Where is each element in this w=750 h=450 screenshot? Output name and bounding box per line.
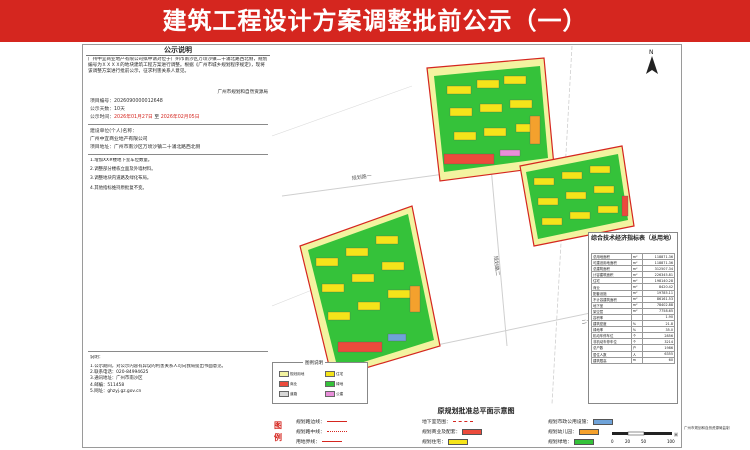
original-legend-item: 规划路边线： <box>296 418 347 425</box>
legend-swatch <box>279 371 289 377</box>
original-legend-swatch <box>462 428 483 435</box>
project-number-value: 2026090000012648 <box>114 99 163 104</box>
original-legend-item: 规划绿地： <box>548 438 594 445</box>
period-row: 公示天数：10天 <box>90 106 125 113</box>
legend-swatch <box>279 381 289 387</box>
original-legend-swatch <box>452 421 473 422</box>
corner-note: 广州市规划和自然资源局监制 <box>684 426 730 430</box>
applicant-label: 建设单位(个人)名称： <box>90 129 137 134</box>
plan-legend-item: 道路 <box>279 391 297 397</box>
dates-label: 公示时间： <box>90 115 114 120</box>
original-legend-label: 规划幼儿园： <box>548 430 577 435</box>
adjustment-item: 1.增加XX#楼地下室车位数量。 <box>90 158 153 163</box>
legend-swatch <box>279 391 289 397</box>
plan-legend-item: 规划用地 <box>279 371 304 377</box>
indicator-table: 总用地面积 m² 118871.36 可建设用地面积 m² 118871.36 总建筑面积 m… <box>591 252 675 364</box>
date-end: 2026年02月05日 <box>160 115 200 120</box>
original-legend-swatch <box>593 418 614 425</box>
legend-item-label: 规划用地 <box>290 371 305 376</box>
divider <box>88 124 268 125</box>
adjustment-item: 3.调整地块内道路及绿化布局。 <box>90 176 152 182</box>
legend-item-label: 商业 <box>290 381 298 386</box>
scale-tick: 0 <box>611 439 614 444</box>
legend-swatch <box>325 381 335 387</box>
indicator-unit: m <box>630 356 644 364</box>
date-to: 至 <box>154 115 160 120</box>
applicant-value: 广州中宜商业地产有限公司 <box>90 137 148 142</box>
original-legend-swatch <box>574 438 594 445</box>
plan-legend-title: 图例说明 <box>303 360 325 366</box>
applicant-row: 建设单位(个人)名称： <box>90 128 137 135</box>
indicator-item: 建筑限高 <box>591 356 632 364</box>
notice-signature: 广州市规划和自然资源局 <box>217 90 268 95</box>
original-legend-item: 规划市政公用设施： <box>548 418 614 425</box>
page-title: 建筑工程设计方案调整批前公示（一） <box>162 7 588 35</box>
original-legend-swatch <box>578 428 599 435</box>
notice-heading: 公示说明 <box>86 46 270 56</box>
original-legend-label: 规划路中线： <box>296 430 325 435</box>
address-value: 广州市南沙区万顷沙镇二十涌北路西北侧 <box>114 145 201 150</box>
original-legend-item: 规划路中线： <box>296 428 347 435</box>
indicator-value: 60 <box>642 356 675 364</box>
scale-tick: 100 <box>667 439 675 444</box>
original-legend-label: 用地界线： <box>296 440 320 445</box>
legend-label: 图例 <box>274 421 282 442</box>
legend-item-label: 住宅 <box>336 371 344 376</box>
indicator-table-panel: 综合技术经济指标表（总用地） 总用地面积 m² 118871.36 可建设用地面积 m²… <box>588 232 678 404</box>
legend-item-label: 道路 <box>290 391 298 396</box>
legend-item-label: 绿地 <box>336 381 344 386</box>
adjustment-item: 4.其他指标维持原批复不变。 <box>90 185 147 191</box>
legend-swatch <box>325 371 335 377</box>
plan-legend-item: 商业 <box>279 381 297 387</box>
period-label: 公示天数： <box>90 107 114 112</box>
original-legend-label: 规划住宅： <box>422 440 446 445</box>
notice-intro: 广州中宜商业地产有限公司拟申请对位于广州市南沙区万顷沙镇二十涌北路西北侧，规划编… <box>88 57 268 74</box>
notes-list: 1.公示期间，对公示内容有异议的利害关系人可向我局提出书面意见。 2.联系电话：0… <box>90 364 266 444</box>
original-legend-item: 地下室范围： <box>422 418 473 425</box>
indicator-row: 建筑限高 m 60 <box>591 356 675 364</box>
period-value: 10天 <box>114 107 125 112</box>
plan-legend-item: 住宅 <box>325 371 343 377</box>
indicator-title: 综合技术经济指标表（总用地） <box>590 235 675 242</box>
address-label: 项目地址： <box>90 145 114 150</box>
original-plan-title: 原规划批准总平面示意图 <box>437 407 515 415</box>
original-legend-label: 地下室范围： <box>422 420 451 425</box>
svg-text:N: N <box>649 49 654 56</box>
applicant-value-row: 广州中宜商业地产有限公司 <box>90 136 148 143</box>
date-start: 2026年01月27日 <box>114 115 153 120</box>
original-legend-label: 规划路边线： <box>296 420 325 425</box>
original-legend-item: 规划幼儿园： <box>548 428 599 435</box>
scale-bar: 0 20 50 100 米 <box>610 428 680 446</box>
plan-legend-item: 绿地 <box>325 381 343 387</box>
dates-row: 公示时间：2026年01月27日 至 2026年02月05日 <box>90 114 200 121</box>
original-legend-label: 规划绿地： <box>548 440 572 445</box>
notice-left-panel: 公示说明 广州中宜商业地产有限公司拟申请对位于广州市南沙区万顷沙镇二十涌北路西北… <box>86 46 270 446</box>
original-legend-item: 规划商业及配套： <box>422 428 483 435</box>
scale-tick: 20 <box>625 439 631 444</box>
original-legend-item: 规划住宅： <box>422 438 468 445</box>
original-legend-item: 用地界线： <box>296 438 342 445</box>
original-legend-swatch <box>448 438 468 445</box>
scale-tick: 50 <box>641 439 647 444</box>
original-legend-label: 规划市政公用设施： <box>548 420 592 425</box>
adjustment-item: 2.调整部分楼栋立面及外墙材料。 <box>90 167 156 173</box>
project-number-label: 项目编号： <box>90 99 114 104</box>
original-legend-label: 规划商业及配套： <box>422 430 461 435</box>
divider <box>88 154 268 155</box>
project-number-row: 项目编号：2026090000012648 <box>90 98 163 105</box>
original-legend-swatch <box>322 441 342 442</box>
original-legend-swatch <box>326 421 347 422</box>
note-item: 5.网址：ghzyj.gz.gov.cn <box>90 388 142 394</box>
scale-unit: 米 <box>674 431 678 437</box>
divider <box>88 351 268 352</box>
plan-legend: 图例说明 规划用地 住宅商业 绿地道路 公建 <box>272 360 368 404</box>
legend-item-label: 公建 <box>336 391 344 396</box>
adjustment-list: 1.增加XX#楼地下室车位数量。 2.调整部分楼栋立面及外墙材料。 3.调整地块内道… <box>90 158 266 348</box>
address-row: 项目地址：广州市南沙区万顷沙镇二十涌北路西北侧 <box>90 144 200 151</box>
plan-legend-item: 公建 <box>325 391 343 397</box>
original-legend-swatch <box>326 431 347 432</box>
legend-swatch <box>325 391 335 397</box>
